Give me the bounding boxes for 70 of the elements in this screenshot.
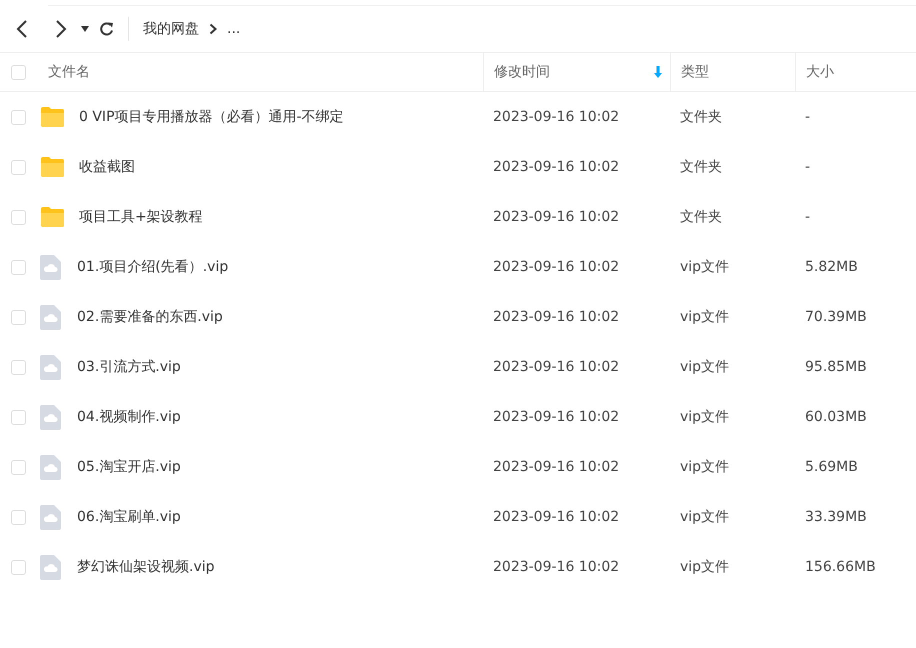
modified-date: 2023-09-16 10:02 [493,559,620,575]
cloud-file-icon [40,304,61,330]
file-size: 5.69MB [805,459,858,475]
caret-icon [81,26,89,32]
file-size: 70.39MB [805,309,867,325]
column-header[interactable]: 大小 [806,63,834,81]
file-type: vip文件 [680,408,730,426]
file-type: vip文件 [680,458,730,476]
file-type: 文件夹 [680,158,722,176]
file-name[interactable]: 05.淘宝开店.vip [77,458,181,476]
modified-date: 2023-09-16 10:02 [493,359,620,375]
row-checkbox[interactable] [11,260,26,274]
cloud-file-icon [40,454,61,480]
row-checkbox[interactable] [11,310,26,324]
file-size: - [805,109,810,125]
row-checkbox[interactable] [11,110,26,124]
file-type: vip文件 [680,308,730,326]
modified-date: 2023-09-16 10:02 [493,109,620,125]
file-size: 60.03MB [805,409,867,425]
folder-icon [40,106,65,128]
row-checkbox[interactable] [11,560,26,574]
file-name[interactable]: 收益截图 [79,158,135,176]
modified-date: 2023-09-16 10:02 [493,509,620,525]
row-checkbox[interactable] [11,460,26,474]
cloud-file-icon [40,404,61,430]
modified-date: 2023-09-16 10:02 [493,259,620,275]
folder-icon [40,156,65,178]
file-type: vip文件 [680,358,730,376]
file-name[interactable]: 03.引流方式.vip [77,358,181,376]
file-type: 文件夹 [680,108,722,126]
modified-date: 2023-09-16 10:02 [493,159,620,175]
file-name[interactable]: 02.需要准备的东西.vip [77,308,223,326]
row-checkbox[interactable] [11,360,26,374]
cloud-file-icon [40,504,61,530]
column-header[interactable]: 类型 [681,63,709,81]
chevron-icon [209,23,217,35]
file-size: - [805,209,810,225]
row-checkbox[interactable] [11,160,26,174]
modified-date: 2023-09-16 10:02 [493,209,620,225]
row-checkbox[interactable] [11,510,26,524]
select-all-checkbox[interactable] [11,64,26,80]
file-size: 33.39MB [805,509,867,525]
file-name[interactable]: 04.视频制作.vip [77,408,181,426]
breadcrumb-item[interactable]: 我的网盘 [143,20,199,38]
column-header[interactable]: 文件名 [48,63,90,81]
file-name[interactable]: 项目工具+架设教程 [79,208,203,226]
breadcrumb-item[interactable]: ... [227,21,240,37]
file-size: 95.85MB [805,359,867,375]
file-size: 156.66MB [805,559,876,575]
file-name[interactable]: 06.淘宝刷单.vip [77,508,181,526]
file-size: 5.82MB [805,259,858,275]
file-type: vip文件 [680,258,730,276]
row-checkbox[interactable] [11,210,26,224]
file-type: vip文件 [680,558,730,576]
row-checkbox[interactable] [11,410,26,424]
cloud-file-icon [40,554,61,580]
modified-date: 2023-09-16 10:02 [493,309,620,325]
file-size: - [805,159,810,175]
folder-icon [40,206,65,228]
modified-date: 2023-09-16 10:02 [493,459,620,475]
modified-date: 2023-09-16 10:02 [493,409,620,425]
cloud-file-icon [40,254,61,280]
sort-arrow-icon[interactable] [654,66,662,78]
column-header[interactable]: 修改时间 [494,63,550,81]
file-type: vip文件 [680,508,730,526]
file-name[interactable]: 梦幻诛仙架设视频.vip [77,558,215,576]
cloud-file-icon [40,354,61,380]
file-type: 文件夹 [680,208,722,226]
file-name[interactable]: 01.项目介绍(先看）.vip [77,258,228,276]
file-name[interactable]: 0 VIP项目专用播放器（必看）通用-不绑定 [79,108,344,126]
